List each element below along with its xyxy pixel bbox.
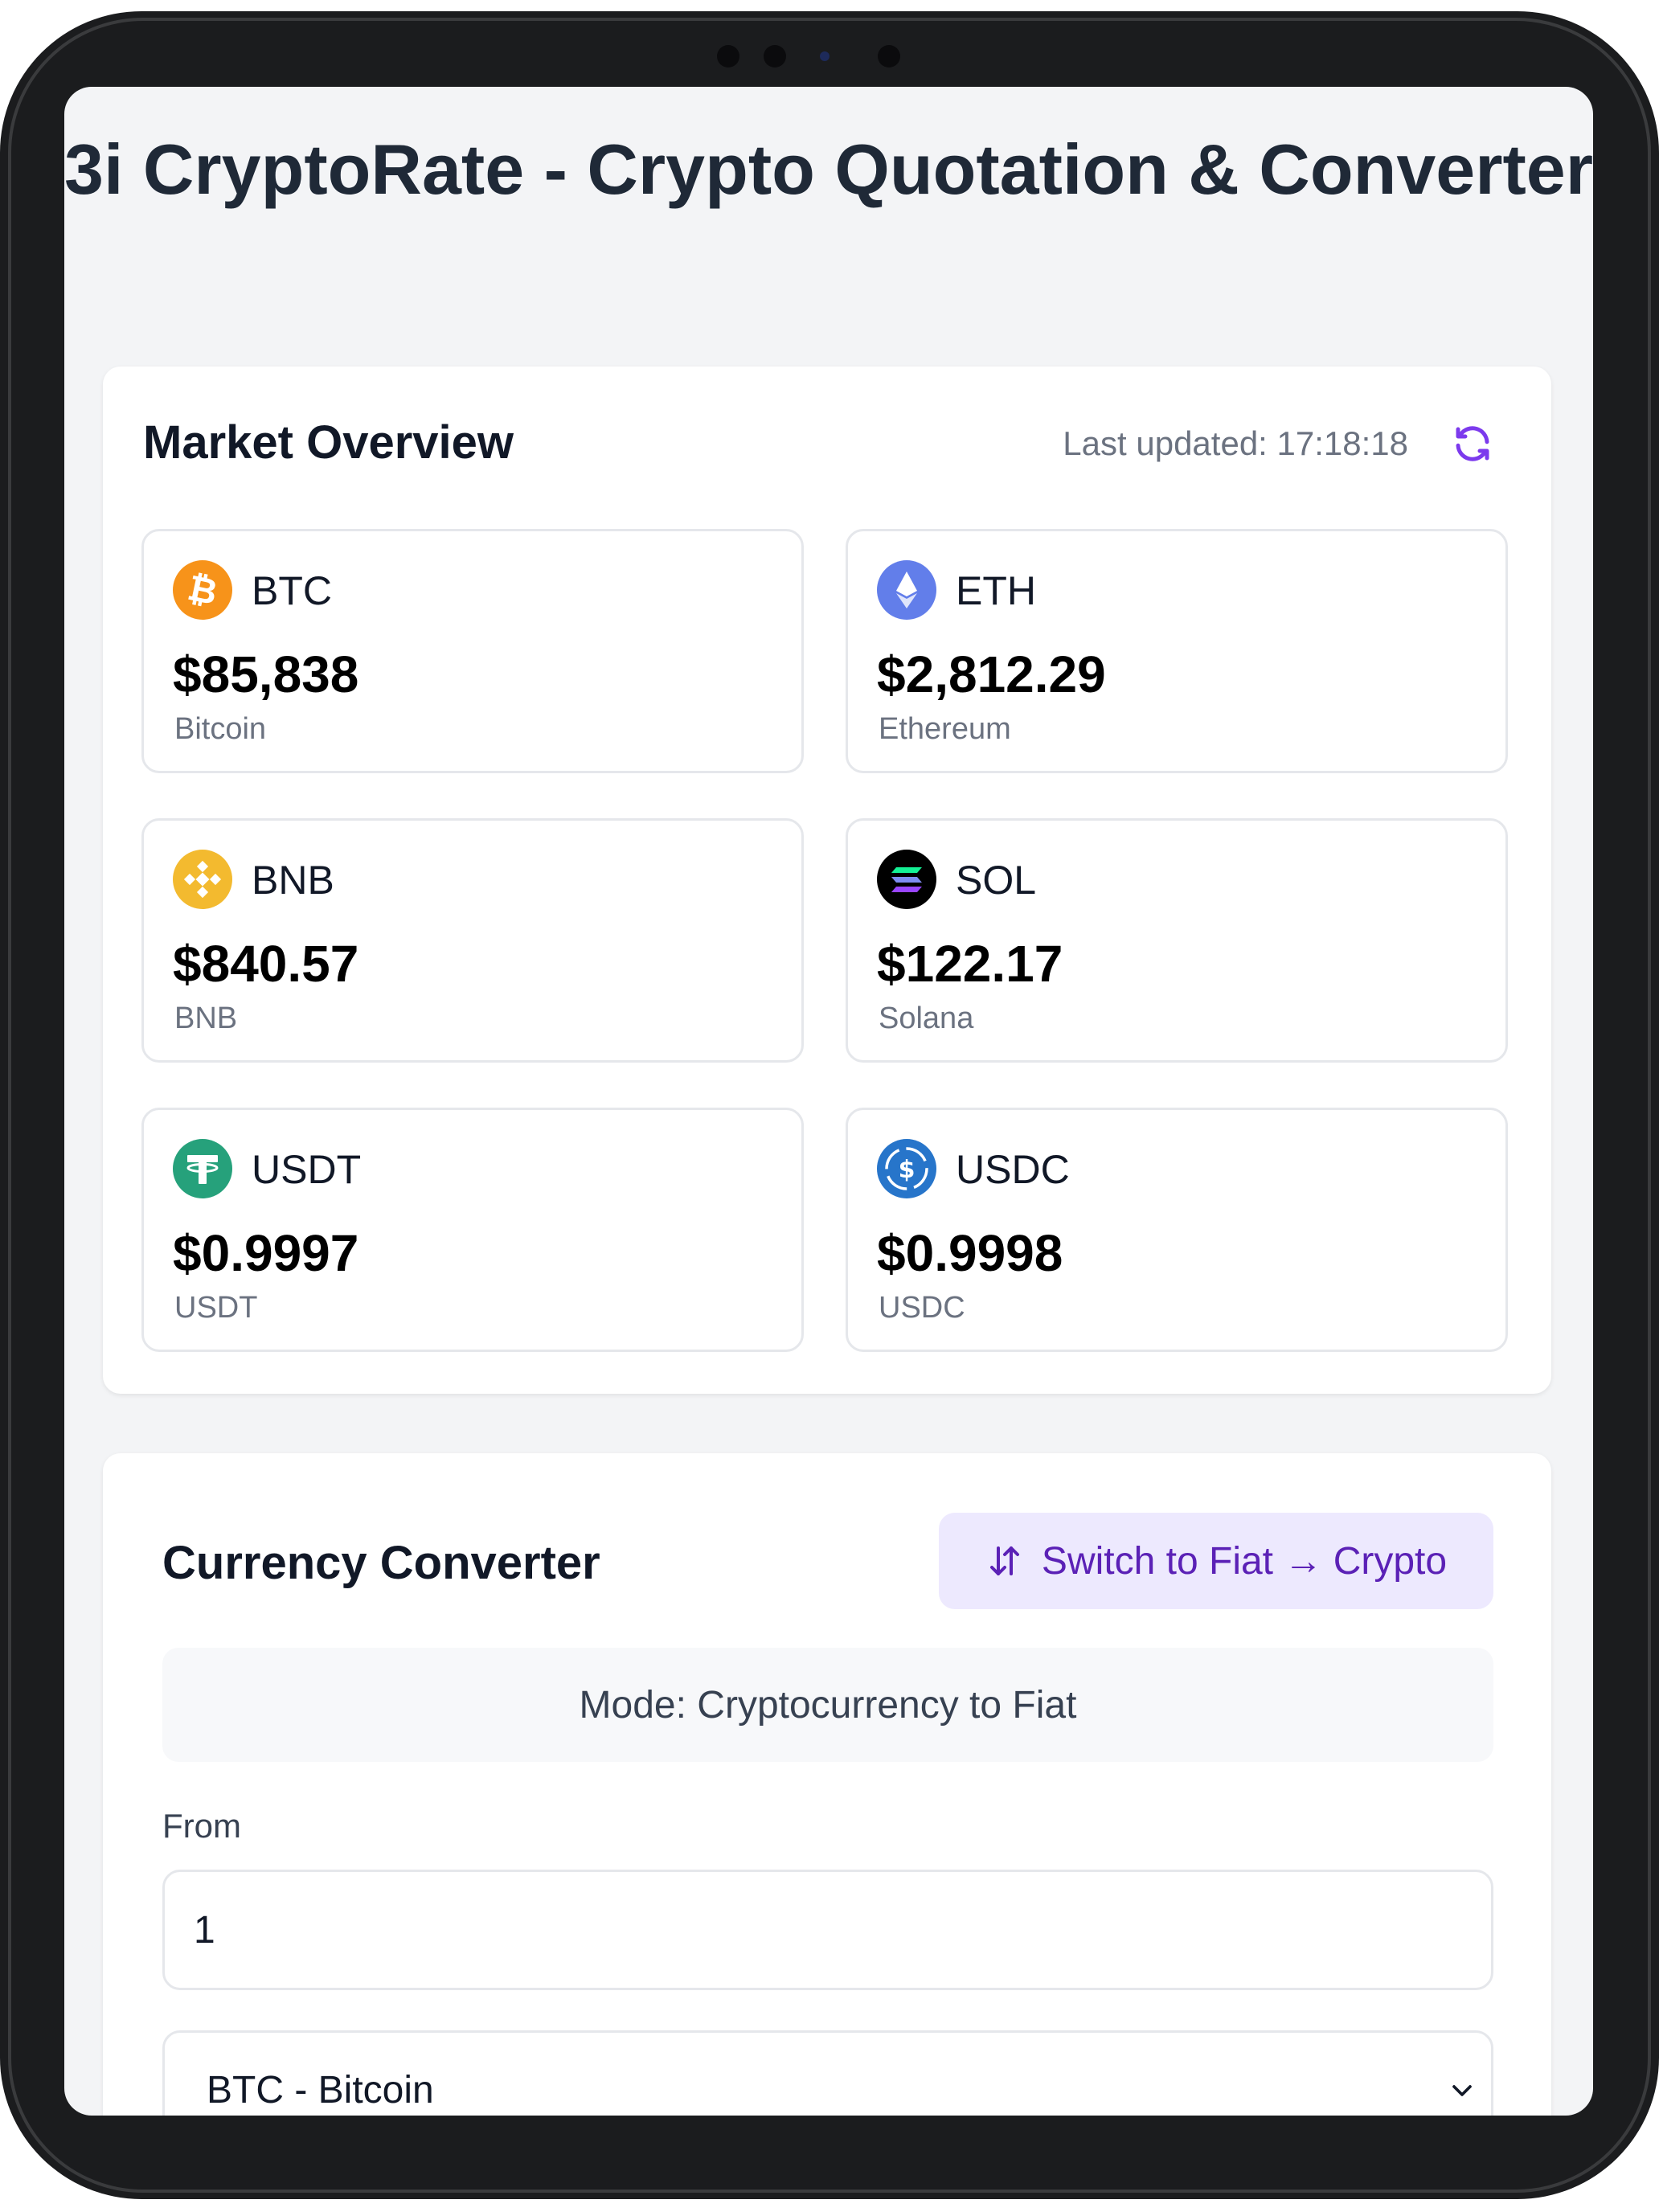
coin-name: Solana bbox=[879, 1002, 974, 1035]
coin-price: $0.9997 bbox=[173, 1224, 359, 1282]
coin-symbol: ETH bbox=[956, 568, 1036, 613]
market-overview-card: Market Overview Last updated: 17:18:18 ₿… bbox=[103, 367, 1551, 1394]
camera-lens bbox=[878, 45, 900, 68]
solana-icon bbox=[877, 850, 936, 909]
app-screen: 3i CryptoRate - Crypto Quotation & Conve… bbox=[64, 87, 1593, 2116]
bitcoin-icon: ₿ bbox=[173, 560, 232, 620]
coin-symbol: SOL bbox=[956, 858, 1037, 903]
svg-text:$: $ bbox=[899, 1156, 916, 1184]
refresh-icon bbox=[1456, 426, 1489, 461]
coin-card-bnb[interactable]: BNB $840.57 BNB bbox=[141, 818, 804, 1063]
swap-vertical-icon bbox=[989, 1546, 1019, 1575]
page-title: 3i CryptoRate - Crypto Quotation & Conve… bbox=[64, 129, 1593, 209]
amount-input[interactable] bbox=[162, 1870, 1493, 1990]
coin-name: USDC bbox=[879, 1291, 965, 1325]
from-currency-select[interactable]: BTC - Bitcoin bbox=[162, 2030, 1493, 2116]
coin-price: $85,838 bbox=[173, 645, 359, 703]
camera-cluster bbox=[707, 42, 948, 71]
coin-name: BNB bbox=[174, 1002, 238, 1035]
tether-icon bbox=[173, 1139, 232, 1198]
coin-card-usdt[interactable]: USDT $0.9997 USDT bbox=[141, 1108, 804, 1352]
chevron-down-icon bbox=[1452, 2085, 1472, 2096]
sensor-dot bbox=[820, 51, 830, 61]
coin-name: Bitcoin bbox=[174, 712, 267, 746]
coin-card-usdc[interactable]: $ USDC $0.9998 USDC bbox=[846, 1108, 1508, 1352]
bnb-icon bbox=[173, 850, 232, 909]
coin-card-sol[interactable]: SOL $122.17 Solana bbox=[846, 818, 1508, 1063]
coin-card-btc[interactable]: ₿ BTC $85,838 Bitcoin bbox=[141, 529, 804, 773]
coin-symbol: BTC bbox=[252, 568, 332, 613]
coin-name: Ethereum bbox=[879, 712, 1011, 746]
sensor-dot bbox=[764, 45, 786, 68]
ethereum-icon bbox=[877, 560, 936, 620]
svg-text:₿: ₿ bbox=[184, 567, 221, 613]
coin-price: $840.57 bbox=[173, 935, 359, 993]
currency-converter-card: Currency Converter Switch to Fiat → Cryp… bbox=[103, 1453, 1551, 2116]
from-label: From bbox=[162, 1807, 241, 1845]
coin-price: $2,812.29 bbox=[877, 645, 1106, 703]
converter-title: Currency Converter bbox=[162, 1537, 600, 1589]
coin-symbol: USDC bbox=[956, 1147, 1070, 1192]
refresh-button[interactable] bbox=[1448, 420, 1497, 468]
usdc-icon: $ bbox=[877, 1139, 936, 1198]
market-overview-title: Market Overview bbox=[143, 416, 514, 469]
coin-name: USDT bbox=[174, 1291, 258, 1325]
coin-price: $122.17 bbox=[877, 935, 1063, 993]
coin-price: $0.9998 bbox=[877, 1224, 1063, 1282]
mode-indicator: Mode: Cryptocurrency to Fiat bbox=[162, 1648, 1493, 1762]
switch-mode-button[interactable]: Switch to Fiat → Crypto bbox=[939, 1513, 1493, 1609]
coin-symbol: BNB bbox=[252, 858, 334, 903]
selected-currency: BTC - Bitcoin bbox=[207, 2069, 434, 2112]
sensor-dot bbox=[717, 45, 739, 68]
coin-card-eth[interactable]: ETH $2,812.29 Ethereum bbox=[846, 529, 1508, 773]
last-updated-label: Last updated: 17:18:18 bbox=[1063, 424, 1408, 462]
switch-mode-label: Switch to Fiat → Crypto bbox=[1041, 1539, 1448, 1583]
tablet-frame: 3i CryptoRate - Crypto Quotation & Conve… bbox=[0, 11, 1659, 2199]
coin-symbol: USDT bbox=[252, 1147, 362, 1192]
